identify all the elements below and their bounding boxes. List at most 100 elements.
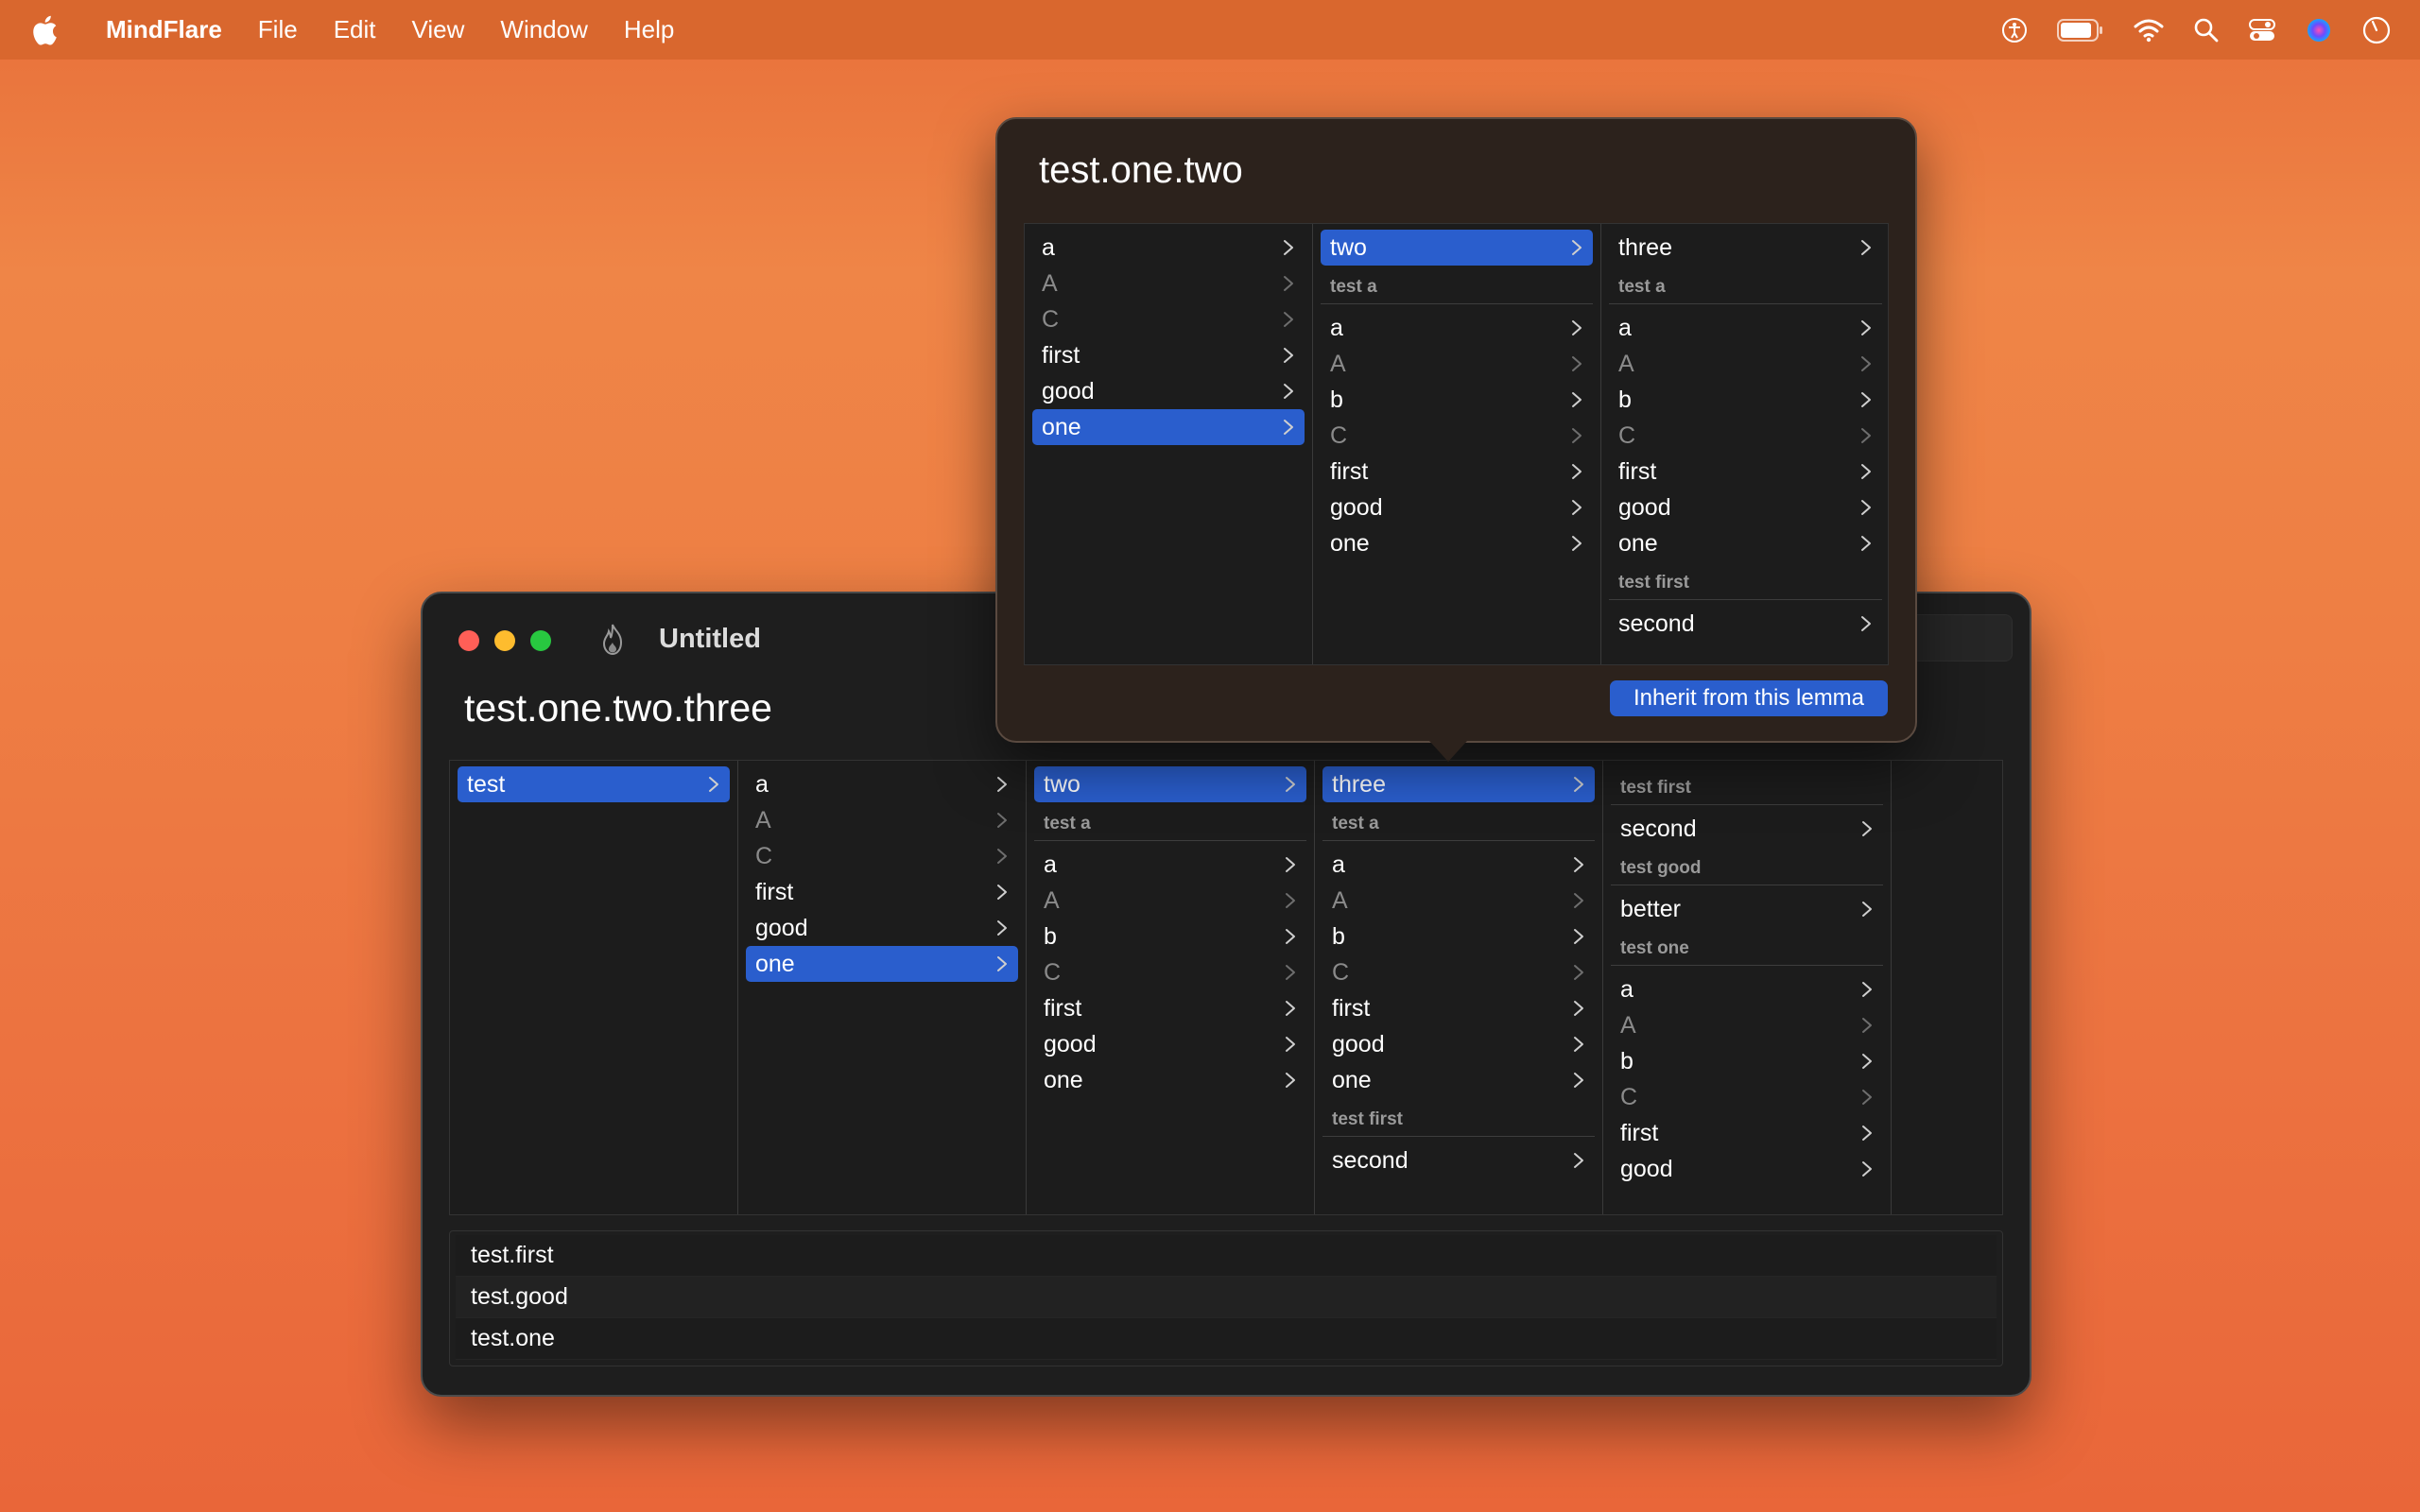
menu-edit[interactable]: Edit: [334, 15, 376, 44]
siri-icon[interactable]: [2305, 16, 2333, 44]
column-item[interactable]: A: [1034, 883, 1306, 919]
column-item[interactable]: A: [1032, 266, 1305, 301]
column-item[interactable]: a: [746, 766, 1018, 802]
browser-column[interactable]: test: [450, 761, 738, 1214]
column-item[interactable]: first: [1609, 454, 1882, 490]
browser-column[interactable]: test first second test good better test one a…: [1603, 761, 1892, 1214]
column-item[interactable]: a: [1611, 971, 1883, 1007]
list-item[interactable]: test.first: [456, 1235, 1996, 1277]
flame-document-icon[interactable]: [598, 622, 627, 658]
browser-column[interactable]: two test a a Ab Cfirst good one: [1027, 761, 1315, 1214]
column-item-label: C: [755, 842, 773, 869]
column-item[interactable]: A: [1611, 1007, 1883, 1043]
column-item[interactable]: first: [1032, 337, 1305, 373]
column-item[interactable]: a: [1609, 310, 1882, 346]
column-item[interactable]: two: [1321, 230, 1593, 266]
column-item[interactable]: b: [1321, 382, 1593, 418]
column-item[interactable]: C: [1322, 954, 1595, 990]
chevron-right-icon: [1861, 356, 1871, 371]
column-item[interactable]: b: [1034, 919, 1306, 954]
browser-column[interactable]: a A Cfirst good one: [1025, 224, 1313, 664]
column-item[interactable]: A: [1609, 346, 1882, 382]
column-item[interactable]: second: [1609, 606, 1882, 642]
inherit-from-lemma-button[interactable]: Inherit from this lemma: [1610, 680, 1888, 716]
column-item[interactable]: first: [1034, 990, 1306, 1026]
column-item[interactable]: one: [1321, 525, 1593, 561]
column-item[interactable]: first: [746, 874, 1018, 910]
column-item[interactable]: good: [1611, 1151, 1883, 1187]
column-item[interactable]: C: [1611, 1079, 1883, 1115]
column-item[interactable]: good: [1034, 1026, 1306, 1062]
column-item-label: good: [1618, 493, 1671, 521]
column-item[interactable]: one: [1322, 1062, 1595, 1098]
chevron-right-icon: [709, 777, 718, 792]
column-item[interactable]: test: [458, 766, 730, 802]
column-item-label: b: [1332, 922, 1345, 950]
menu-view[interactable]: View: [412, 15, 465, 44]
wifi-icon[interactable]: [2133, 17, 2165, 43]
column-item-label: good: [755, 914, 808, 941]
apple-logo-icon[interactable]: [28, 12, 64, 48]
column-item[interactable]: second: [1611, 811, 1883, 847]
column-item[interactable]: one: [1609, 525, 1882, 561]
chevron-right-icon: [1574, 1153, 1583, 1168]
menu-window[interactable]: Window: [500, 15, 587, 44]
browser-column[interactable]: a A Cfirst good one: [738, 761, 1027, 1214]
column-item[interactable]: b: [1322, 919, 1595, 954]
column-item[interactable]: b: [1609, 382, 1882, 418]
column-item[interactable]: good: [1032, 373, 1305, 409]
battery-icon[interactable]: [2057, 18, 2104, 43]
column-item-label: A: [1044, 886, 1060, 914]
column-item[interactable]: one: [746, 946, 1018, 982]
column-item-label: one: [1044, 1066, 1083, 1093]
column-item[interactable]: C: [1321, 418, 1593, 454]
menu-help[interactable]: Help: [624, 15, 674, 44]
column-item[interactable]: three: [1322, 766, 1595, 802]
control-center-icon[interactable]: [2248, 17, 2276, 43]
column-item[interactable]: one: [1034, 1062, 1306, 1098]
column-item[interactable]: C: [1609, 418, 1882, 454]
column-item[interactable]: first: [1322, 990, 1595, 1026]
column-item[interactable]: a: [1321, 310, 1593, 346]
column-item[interactable]: second: [1322, 1143, 1595, 1178]
column-item[interactable]: first: [1611, 1115, 1883, 1151]
column-item-label: A: [1620, 1011, 1636, 1039]
column-item[interactable]: one: [1032, 409, 1305, 445]
list-item[interactable]: test.one: [456, 1318, 1996, 1360]
column-item-label: second: [1620, 815, 1697, 842]
column-item[interactable]: better: [1611, 891, 1883, 927]
column-item[interactable]: good: [1609, 490, 1882, 525]
menu-file[interactable]: File: [258, 15, 298, 44]
column-item-label: a: [755, 770, 769, 798]
search-icon[interactable]: [2193, 17, 2220, 43]
column-item[interactable]: three: [1609, 230, 1882, 266]
browser-column[interactable]: three test a a Ab Cfirst good one test first sec…: [1601, 224, 1890, 664]
accessibility-icon[interactable]: [2000, 16, 2029, 44]
column-item[interactable]: a: [1322, 847, 1595, 883]
zoom-window-button[interactable]: [530, 630, 551, 651]
column-item[interactable]: C: [1034, 954, 1306, 990]
column-item[interactable]: two: [1034, 766, 1306, 802]
list-item[interactable]: test.good: [456, 1277, 1996, 1318]
column-item[interactable]: C: [1032, 301, 1305, 337]
column-item[interactable]: A: [1321, 346, 1593, 382]
close-window-button[interactable]: [458, 630, 479, 651]
app-name-menu[interactable]: MindFlare: [106, 15, 222, 44]
minimize-window-button[interactable]: [494, 630, 515, 651]
column-item[interactable]: good: [1322, 1026, 1595, 1062]
group-header: test a: [1034, 802, 1306, 841]
column-item[interactable]: a: [1034, 847, 1306, 883]
chevron-right-icon: [997, 885, 1007, 900]
column-item[interactable]: C: [746, 838, 1018, 874]
column-item[interactable]: good: [1321, 490, 1593, 525]
column-item[interactable]: first: [1321, 454, 1593, 490]
column-item[interactable]: b: [1611, 1043, 1883, 1079]
column-item[interactable]: A: [1322, 883, 1595, 919]
column-item[interactable]: a: [1032, 230, 1305, 266]
browser-column[interactable]: two test a a Ab Cfirst good one: [1313, 224, 1601, 664]
column-item[interactable]: A: [746, 802, 1018, 838]
chevron-right-icon: [1286, 965, 1295, 980]
browser-column[interactable]: three test a a Ab Cfirst good one test first sec…: [1315, 761, 1603, 1214]
column-item[interactable]: good: [746, 910, 1018, 946]
clock-icon[interactable]: [2361, 15, 2392, 45]
